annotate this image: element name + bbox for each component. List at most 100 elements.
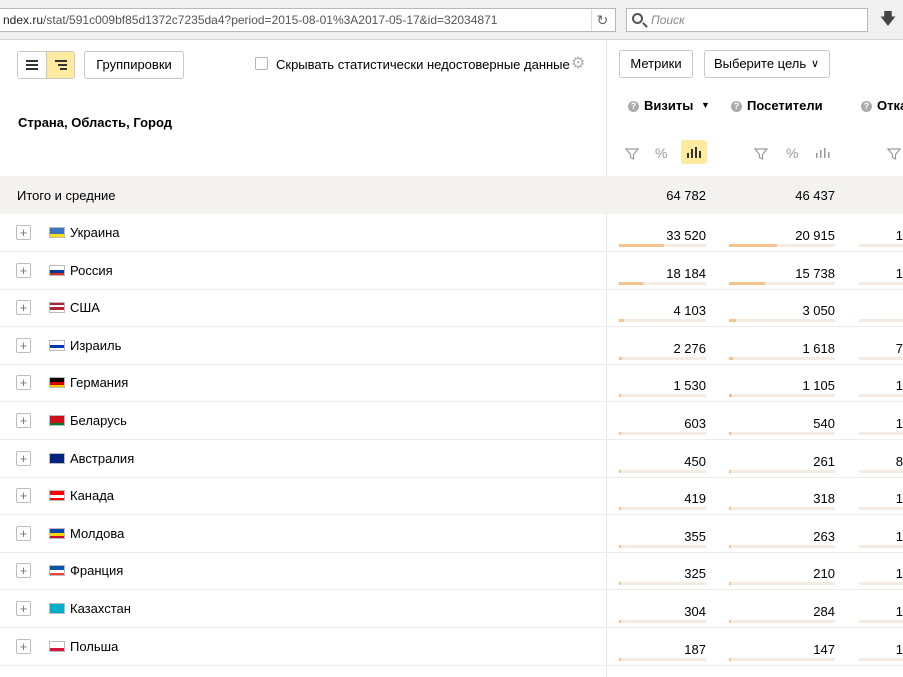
download-icon[interactable]: 🡇 <box>878 8 898 32</box>
bounce-value: 1 <box>895 642 903 657</box>
country-name[interactable]: Молдова <box>70 526 124 541</box>
expand-icon[interactable]: + <box>16 526 31 541</box>
bounce-value: 1 <box>895 491 903 506</box>
visitors-share-bar <box>729 620 731 623</box>
sort-desc-icon: ▼ <box>700 100 710 110</box>
bounce-share-track <box>859 357 903 360</box>
bounce-share-track <box>859 658 903 661</box>
browser-search-field[interactable]: Поиск <box>626 8 868 32</box>
visitors-share-bar <box>729 244 777 247</box>
country-name[interactable]: США <box>70 300 100 315</box>
visitors-share-track <box>729 357 835 360</box>
dimension-header[interactable]: Страна, Область, Город <box>18 115 172 130</box>
visits-share-track <box>619 507 706 510</box>
table-row[interactable]: + Беларусь 603 540 1 <box>0 402 903 440</box>
bounce-value: 1 <box>895 266 903 281</box>
list-view-button[interactable] <box>18 52 47 78</box>
flag-icon <box>49 340 65 351</box>
table-row[interactable]: + Казахстан 304 284 1 <box>0 590 903 628</box>
expand-icon[interactable]: + <box>16 563 31 578</box>
country-name[interactable]: Израиль <box>70 338 121 353</box>
visits-value: 603 <box>684 416 706 431</box>
help-icon[interactable]: ? <box>628 101 639 112</box>
list-view-icon <box>26 60 38 70</box>
goal-select[interactable]: Выберите цель ∨ <box>704 50 830 78</box>
expand-icon[interactable]: + <box>16 225 31 240</box>
table-row[interactable]: + Канада 419 318 1 <box>0 477 903 515</box>
expand-icon[interactable]: + <box>16 263 31 278</box>
table-row[interactable]: + США 4 103 3 050 <box>0 289 903 327</box>
help-icon[interactable]: ? <box>861 101 872 112</box>
country-name[interactable]: Австралия <box>70 451 134 466</box>
expand-icon[interactable]: + <box>16 601 31 616</box>
visitors-value: 15 738 <box>795 266 835 281</box>
bounce-header-label: Отка <box>877 98 903 113</box>
expand-icon[interactable]: + <box>16 639 31 654</box>
visitors-share-bar <box>729 658 731 661</box>
hide-unreliable-checkbox[interactable] <box>255 57 268 70</box>
country-name[interactable]: Украина <box>70 225 120 240</box>
gear-icon[interactable]: ⚙ <box>571 56 586 72</box>
country-name[interactable]: Беларусь <box>70 413 127 428</box>
table-row[interactable]: + Молдова 355 263 1 <box>0 515 903 553</box>
visitors-share-bar <box>729 470 731 473</box>
visitors-share-bar <box>729 507 731 510</box>
expand-icon[interactable]: + <box>16 300 31 315</box>
visits-column-header[interactable]: ? Визиты ▼ <box>628 98 710 113</box>
expand-icon[interactable]: + <box>16 413 31 428</box>
bounce-value: 1 <box>895 529 903 544</box>
bar-chart-icon[interactable] <box>814 145 832 161</box>
visitors-value: 261 <box>813 454 835 469</box>
visits-value: 1 530 <box>673 378 706 393</box>
table-row[interactable]: + Украина 33 520 20 915 1 <box>0 214 903 252</box>
percent-toggle[interactable]: % <box>655 141 667 165</box>
visitors-column-header[interactable]: ? Посетители <box>731 98 823 113</box>
search-icon <box>632 13 643 24</box>
visitors-share-bar <box>729 582 731 585</box>
visitors-share-bar <box>729 319 736 322</box>
bounce-column-header[interactable]: ? Отка <box>861 98 903 113</box>
table-row[interactable]: + Австралия 450 261 8 <box>0 440 903 478</box>
country-name[interactable]: Казахстан <box>70 601 131 616</box>
table-row[interactable]: + Россия 18 184 15 738 1 <box>0 252 903 290</box>
flag-icon <box>49 490 65 501</box>
visitors-share-track <box>729 545 835 548</box>
country-name[interactable]: Россия <box>70 263 113 278</box>
table-row[interactable]: + Польша 187 147 1 <box>0 628 903 666</box>
visitors-value: 1 618 <box>802 341 835 356</box>
totals-label: Итого и средние <box>17 188 116 203</box>
flag-icon <box>49 302 65 313</box>
hide-unreliable-label[interactable]: Скрывать статистически недостоверные дан… <box>276 57 570 72</box>
country-name[interactable]: Канада <box>70 488 114 503</box>
visits-value: 450 <box>684 454 706 469</box>
bar-chart-toggle-active[interactable] <box>681 140 707 164</box>
visits-share-bar <box>619 620 621 623</box>
expand-icon[interactable]: + <box>16 488 31 503</box>
visits-share-bar <box>619 244 664 247</box>
groupings-button[interactable]: Группировки <box>84 51 184 79</box>
visitors-value: 1 105 <box>802 378 835 393</box>
visitors-value: 20 915 <box>795 228 835 243</box>
country-name[interactable]: Польша <box>70 639 118 654</box>
help-icon[interactable]: ? <box>731 101 742 112</box>
expand-icon[interactable]: + <box>16 338 31 353</box>
expand-icon[interactable]: + <box>16 451 31 466</box>
visitors-share-track <box>729 470 835 473</box>
metrics-button[interactable]: Метрики <box>619 50 693 78</box>
tree-view-button[interactable] <box>47 52 74 78</box>
address-bar[interactable]: ndex.ru/stat/591c009bf85d1372c7235da4?pe… <box>0 8 616 32</box>
totals-row: Итого и средние 64 782 46 437 <box>0 176 903 214</box>
table-row[interactable]: + Израиль 2 276 1 618 7 <box>0 327 903 365</box>
country-name[interactable]: Германия <box>70 375 128 390</box>
visits-share-track <box>619 545 706 548</box>
country-name[interactable]: Франция <box>70 563 123 578</box>
reload-icon[interactable]: ↻ <box>591 9 613 31</box>
table-row[interactable]: + Германия 1 530 1 105 1 <box>0 364 903 402</box>
filter-icon[interactable] <box>887 147 901 161</box>
expand-icon[interactable]: + <box>16 375 31 390</box>
table-row[interactable]: + Франция 325 210 1 <box>0 552 903 590</box>
filter-icon[interactable] <box>754 147 768 161</box>
url-host: ndex.ru <box>3 13 44 27</box>
percent-toggle[interactable]: % <box>786 141 798 165</box>
filter-icon[interactable] <box>625 147 639 161</box>
